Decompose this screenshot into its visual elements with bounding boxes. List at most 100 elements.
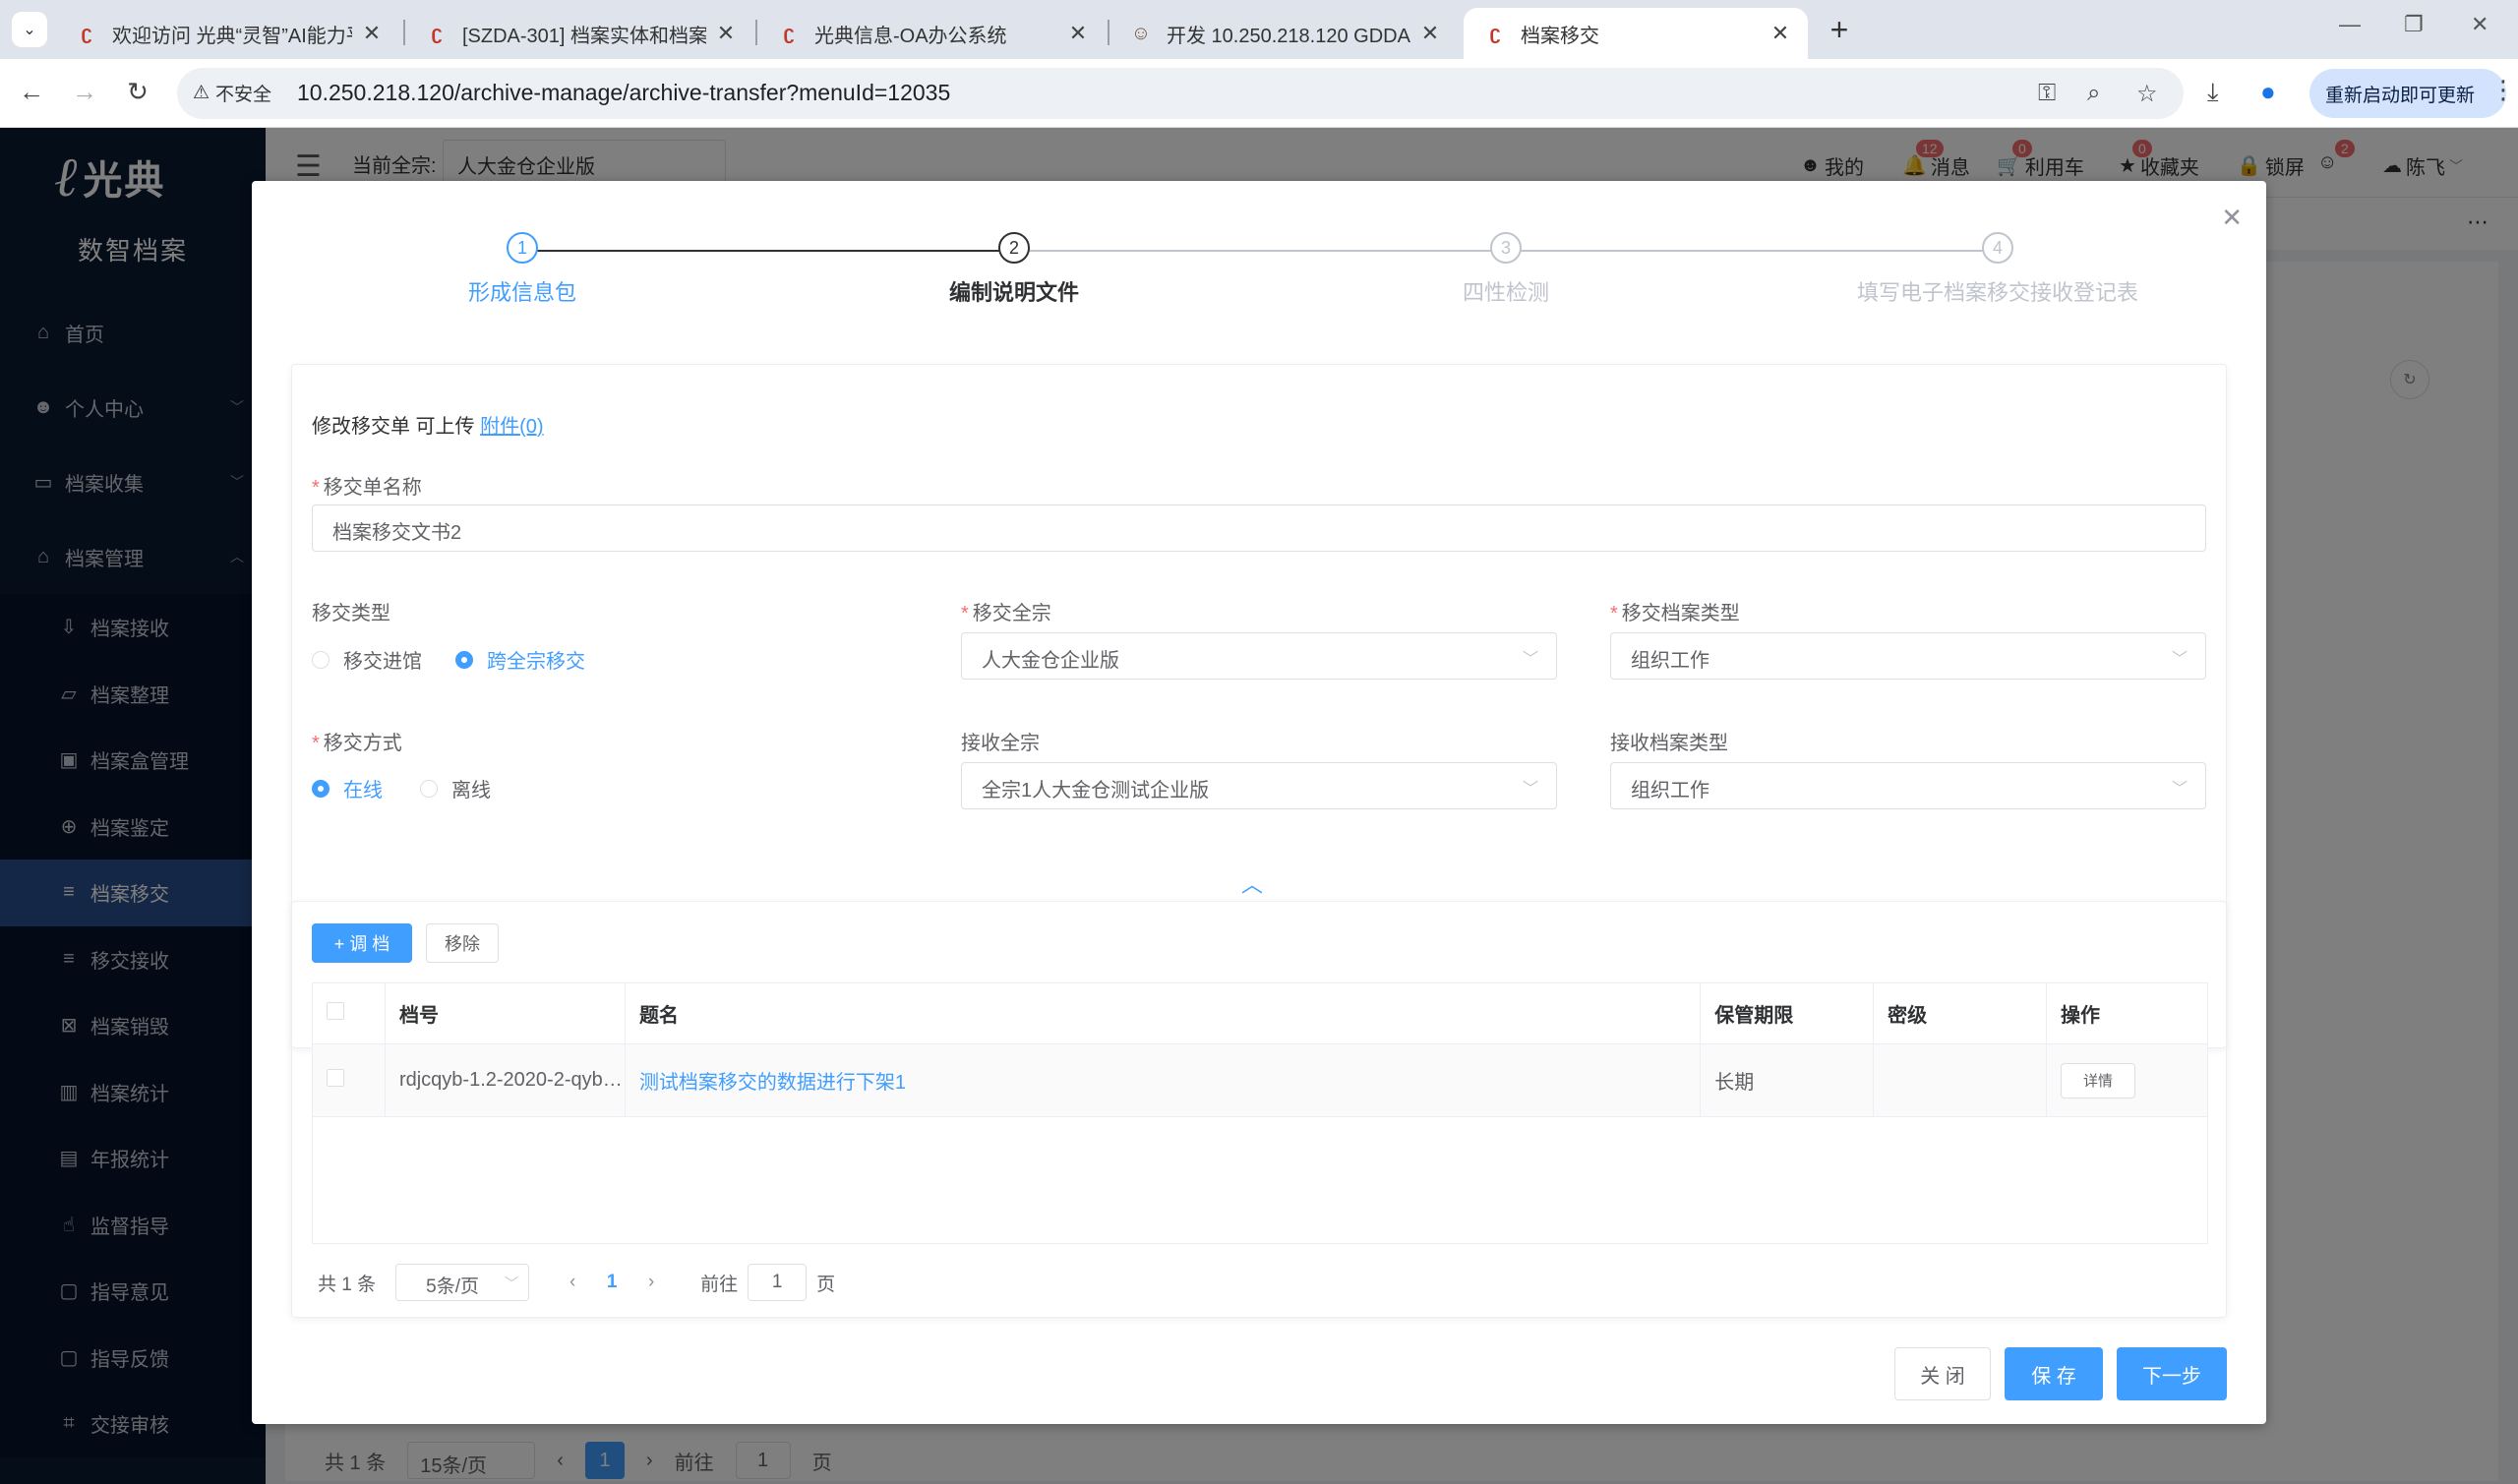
transfer-name-input[interactable]: 档案移交文书2: [312, 505, 2206, 552]
radio-label: 移交进馆: [343, 651, 422, 673]
remove-button[interactable]: 移除: [426, 923, 499, 963]
forward-icon[interactable]: →: [67, 77, 102, 107]
table-empty-area: [312, 1116, 2208, 1244]
chevron-down-icon: ﹀: [505, 1276, 519, 1291]
new-tab-icon[interactable]: +: [1820, 10, 1859, 49]
title-link[interactable]: 测试档案移交的数据进行下架1: [639, 1072, 906, 1094]
step-label: 填写电子档案移交接收登记表: [1856, 280, 2138, 305]
steps: 1 形成信息包 2 编制说明文件 3 四性检测 4 填写电子档案移交接收登记表: [252, 232, 2266, 311]
attachment-prefix: 修改移交单 可上传: [312, 416, 475, 438]
radio-circle-icon: [420, 779, 438, 798]
close-tab-icon[interactable]: ✕: [1769, 21, 1792, 46]
browser-tab-3[interactable]: ʗ 光典信息-OA办公系统 ✕: [757, 8, 1106, 59]
browser-menu-icon[interactable]: ⋮: [2490, 75, 2516, 105]
next-step-button[interactable]: 下一步: [2117, 1347, 2227, 1400]
page-number[interactable]: 1: [592, 1272, 631, 1293]
bookmark-star-icon[interactable]: ☆: [2136, 80, 2158, 108]
tab-title: 光典信息-OA办公系统: [814, 25, 1007, 47]
guangdian-favicon-icon: ʗ: [81, 22, 92, 44]
pager-total: 共 1 条: [318, 1274, 377, 1295]
chevron-down-icon: ﹀: [2171, 651, 2188, 668]
transfer-fonds-select[interactable]: 人大金仓企业版 ﹀: [961, 632, 1557, 680]
detail-button[interactable]: 详情: [2061, 1062, 2135, 1098]
goto-page-input[interactable]: 1: [748, 1264, 808, 1301]
collapse-up-icon[interactable]: ︿: [1241, 867, 1263, 899]
step-number: 3: [1490, 232, 1522, 264]
select-value: 全宗1人大金仓测试企业版: [982, 780, 1210, 801]
chevron-down-icon: ﹀: [2171, 781, 2188, 798]
browser-tab-2[interactable]: ʗ [SZDA-301] 档案实体和档案盒 ✕: [405, 8, 753, 59]
step-number: 4: [1982, 232, 2013, 264]
next-page-icon[interactable]: ›: [631, 1272, 671, 1293]
close-tab-icon[interactable]: ✕: [714, 21, 738, 46]
dialog-close-icon[interactable]: ✕: [2221, 203, 2243, 233]
radio-offline[interactable]: 离线: [420, 774, 491, 802]
zoom-icon[interactable]: ⌕: [2087, 80, 2100, 107]
radio-checked-icon: [455, 650, 473, 669]
attachment-link[interactable]: 附件(0): [480, 416, 543, 438]
address-bar[interactable]: ⚠ 不安全 10.250.218.120/archive-manage/arch…: [177, 68, 2184, 119]
close-window-icon[interactable]: ✕: [2471, 12, 2488, 37]
profile-icon[interactable]: ●: [2260, 77, 2276, 107]
browser-tab-4[interactable]: ☺ 开发 10.250.218.120 GDDA9 ✕: [1109, 8, 1458, 59]
browser-tab-1[interactable]: ʗ 欢迎访问 光典“灵智”AI能力平台 ✕: [55, 8, 399, 59]
method-label: * 移交方式: [312, 733, 402, 754]
step-4: 4 填写电子档案移交接收登记表: [1752, 232, 2244, 307]
page-size-select[interactable]: 5条/页 ﹀: [395, 1264, 530, 1301]
step-label: 编制说明文件: [948, 280, 1079, 305]
browser-tab-5-active[interactable]: ʗ 档案移交 ✕: [1464, 8, 1808, 59]
receive-type-select[interactable]: 组织工作 ﹀: [1610, 762, 2206, 809]
tab-title: 档案移交: [1521, 25, 1599, 47]
reload-icon[interactable]: ↻: [120, 77, 155, 107]
select-value: 组织工作: [1631, 650, 1709, 672]
cell-code: rdjcqyb-1.2-2020-2-qyb…: [384, 1043, 626, 1117]
radio-transfer-to-archive[interactable]: 移交进馆: [312, 645, 422, 674]
radio-online[interactable]: 在线: [312, 774, 383, 802]
row-select-cell: [312, 1043, 386, 1117]
table-pagination: 共 1 条 5条/页 ﹀ ‹ 1 › 前往 1 页: [318, 1264, 835, 1301]
radio-label: 在线: [343, 780, 383, 801]
step-3: 3 四性检测: [1260, 232, 1752, 307]
prev-page-icon[interactable]: ‹: [553, 1272, 592, 1293]
tab-search-dropdown-icon[interactable]: ⌄: [12, 12, 47, 47]
chevron-down-icon: ﹀: [1522, 781, 1538, 798]
modal-overlay-sidebar[interactable]: [0, 128, 266, 1484]
fonds-label: * 移交全宗: [961, 603, 1051, 624]
restore-icon[interactable]: ❐: [2404, 12, 2424, 37]
save-button[interactable]: 保 存: [2005, 1347, 2103, 1400]
security-indicator[interactable]: ⚠ 不安全: [193, 80, 271, 106]
tab-title: 欢迎访问 光典“灵智”AI能力平台: [112, 25, 352, 47]
archive-type-select[interactable]: 组织工作 ﹀: [1610, 632, 2206, 680]
col-action: 操作: [2046, 982, 2208, 1044]
back-icon[interactable]: ←: [14, 77, 49, 107]
col-title: 题名: [624, 982, 1702, 1044]
jira-favicon-icon: ʗ: [431, 22, 443, 44]
name-label: * 移交单名称: [312, 477, 422, 499]
browser-toolbar: ← → ↻ ⚠ 不安全 10.250.218.120/archive-manag…: [0, 59, 2518, 128]
cell-period: 长期: [1700, 1043, 1875, 1117]
guangdian-favicon-icon: ʗ: [1489, 22, 1501, 44]
select-value: 组织工作: [1631, 780, 1709, 801]
receive-fonds-select[interactable]: 全宗1人大金仓测试企业版 ﹀: [961, 762, 1557, 809]
close-tab-icon[interactable]: ✕: [1066, 21, 1090, 46]
url-text[interactable]: 10.250.218.120/archive-manage/archive-tr…: [297, 80, 950, 106]
radio-label: 跨全宗移交: [487, 651, 585, 673]
input-value: 档案移交文书2: [332, 522, 462, 544]
button-label: + 调 档: [333, 934, 390, 954]
close-tab-icon[interactable]: ✕: [1418, 21, 1442, 46]
close-tab-icon[interactable]: ✕: [360, 21, 384, 46]
attachment-line: 修改移交单 可上传 附件(0): [312, 410, 544, 439]
radio-circle-icon: [312, 650, 330, 669]
row-checkbox[interactable]: [327, 1068, 344, 1087]
warning-icon: ⚠: [193, 83, 210, 103]
select-all-header: [312, 982, 386, 1044]
minimize-icon[interactable]: —: [2339, 12, 2361, 37]
restart-update-button[interactable]: 重新启动即可更新: [2309, 69, 2506, 118]
close-button[interactable]: 关 闭: [1894, 1347, 1991, 1400]
download-icon[interactable]: ⤓: [2207, 77, 2219, 108]
label-text: 接收全宗: [961, 733, 1040, 754]
password-key-icon[interactable]: ⚿: [2038, 80, 2056, 107]
radio-cross-fonds[interactable]: 跨全宗移交: [455, 645, 585, 674]
add-archive-button[interactable]: + 调 档: [312, 923, 412, 963]
select-all-checkbox[interactable]: [327, 1001, 344, 1020]
